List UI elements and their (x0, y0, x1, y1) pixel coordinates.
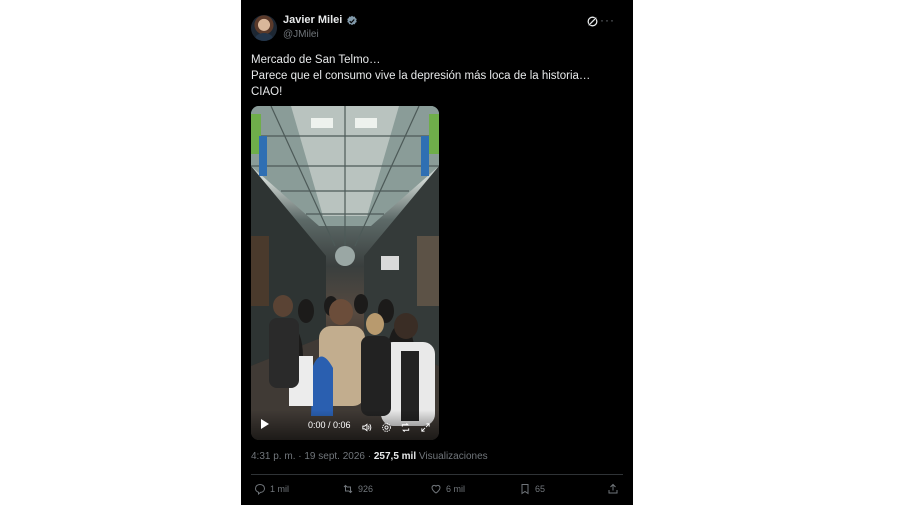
views-count: 257,5 mil (373, 451, 417, 462)
tweet-text-line: Parece que el consumo vive la depresión … (251, 70, 591, 82)
tweet-meta: 4:31 p. m. · 19 sept. 2026 · 257,5 mil V… (251, 451, 488, 462)
bookmark-icon (521, 484, 529, 495)
tweet-header: Javier Milei @JMilei ··· (251, 14, 623, 44)
repost-count: 926 (358, 484, 374, 494)
more-icon[interactable]: ··· (600, 14, 615, 26)
author-handle[interactable]: @JMilei (283, 29, 319, 40)
video-player[interactable]: 0:00 / 0:06 (251, 106, 439, 440)
repost-button[interactable]: 926 (342, 483, 373, 495)
share-icon (608, 483, 618, 494)
views-label: Visualizaciones (418, 451, 488, 462)
market-scene-image (251, 106, 439, 440)
tweet-text-line: Mercado de San Telmo… (251, 54, 381, 66)
reply-button[interactable]: 1 mil (254, 483, 289, 495)
divider (251, 474, 623, 475)
timestamp[interactable]: 4:31 p. m. · 19 sept. 2026 · (251, 451, 374, 462)
author-name-row: Javier Milei (283, 14, 358, 26)
settings-icon[interactable] (381, 420, 392, 432)
reply-count: 1 mil (270, 484, 290, 494)
video-controls: 0:00 / 0:06 (251, 410, 439, 440)
avatar[interactable] (251, 15, 277, 41)
volume-icon[interactable] (361, 420, 372, 432)
tweet-text-line: CIAO! (251, 86, 283, 98)
repost-icon (343, 484, 353, 494)
grok-icon[interactable] (586, 15, 599, 28)
fullscreen-icon[interactable] (420, 420, 431, 432)
like-icon (431, 484, 441, 494)
play-icon[interactable] (261, 419, 269, 429)
video-time: 0:00 / 0:06 (308, 420, 351, 430)
share-button[interactable] (607, 483, 619, 495)
loop-icon[interactable] (400, 420, 411, 432)
bookmark-button[interactable]: 65 (519, 483, 545, 495)
like-count: 6 mil (446, 484, 466, 494)
bookmark-count: 65 (535, 484, 546, 494)
author-name[interactable]: Javier Milei (283, 14, 342, 26)
like-button[interactable]: 6 mil (430, 483, 465, 495)
action-bar: 1 mil 926 6 mil 65 (251, 483, 623, 499)
reply-icon (254, 483, 266, 495)
tweet-text: Mercado de San Telmo… Parece que el cons… (251, 52, 623, 100)
tweet-card: Javier Milei @JMilei ··· Mercado de San … (241, 0, 633, 505)
verified-icon (346, 14, 358, 26)
